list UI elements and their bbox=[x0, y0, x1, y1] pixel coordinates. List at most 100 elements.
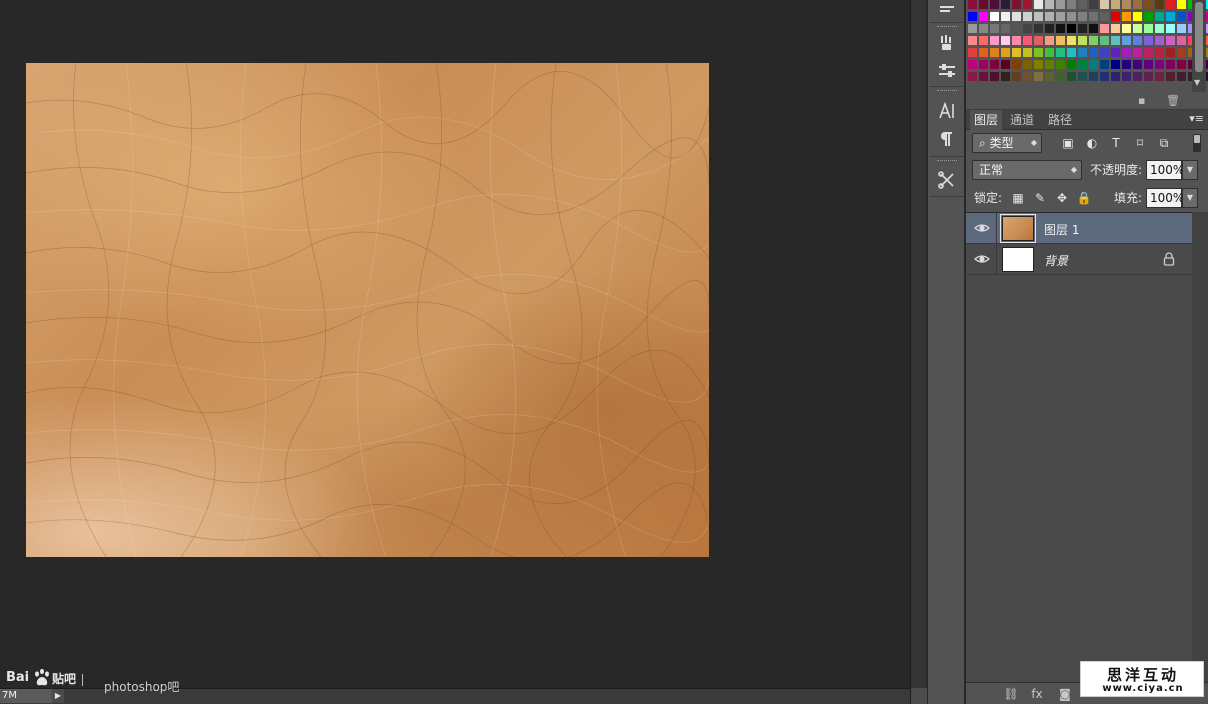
swatch-3-0[interactable] bbox=[967, 35, 978, 46]
swatch-3-3[interactable] bbox=[1000, 35, 1011, 46]
swatch-4-17[interactable] bbox=[1154, 47, 1165, 58]
swatch-4-19[interactable] bbox=[1176, 47, 1187, 58]
swatch-0-16[interactable] bbox=[1143, 0, 1154, 10]
swatch-0-8[interactable] bbox=[1055, 0, 1066, 10]
swatch-1-15[interactable] bbox=[1132, 11, 1143, 22]
swatch-6-6[interactable] bbox=[1033, 71, 1044, 82]
swatch-5-12[interactable] bbox=[1099, 59, 1110, 70]
swatch-1-14[interactable] bbox=[1121, 11, 1132, 22]
panel-grip[interactable] bbox=[937, 90, 957, 93]
panel-button-character[interactable] bbox=[928, 98, 966, 124]
eye-visibility-icon[interactable] bbox=[974, 251, 990, 267]
swatch-5-14[interactable] bbox=[1121, 59, 1132, 70]
swatch-3-5[interactable] bbox=[1022, 35, 1033, 46]
swatch-0-12[interactable] bbox=[1099, 0, 1110, 10]
swatch-4-0[interactable] bbox=[967, 47, 978, 58]
panel-grip[interactable] bbox=[937, 26, 957, 29]
lock-all-icon[interactable]: 🔒 bbox=[1076, 190, 1092, 206]
workspace[interactable] bbox=[0, 0, 910, 704]
swatch-6-13[interactable] bbox=[1110, 71, 1121, 82]
swatch-4-15[interactable] bbox=[1132, 47, 1143, 58]
swatch-3-12[interactable] bbox=[1099, 35, 1110, 46]
swatch-3-15[interactable] bbox=[1132, 35, 1143, 46]
swatch-5-6[interactable] bbox=[1033, 59, 1044, 70]
tab-paths[interactable]: 路径 bbox=[1044, 110, 1076, 130]
swatch-4-10[interactable] bbox=[1077, 47, 1088, 58]
swatch-1-10[interactable] bbox=[1077, 11, 1088, 22]
swatch-5-5[interactable] bbox=[1022, 59, 1033, 70]
scroll-down-icon[interactable]: ▼ bbox=[1194, 78, 1200, 87]
swatch-2-13[interactable] bbox=[1110, 23, 1121, 34]
panel-button-paragraph[interactable] bbox=[928, 126, 966, 152]
swatch-0-19[interactable] bbox=[1176, 0, 1187, 10]
swatch-4-4[interactable] bbox=[1011, 47, 1022, 58]
swatch-2-17[interactable] bbox=[1154, 23, 1165, 34]
layer-row-layer-1[interactable]: 图层 1 bbox=[966, 213, 1192, 244]
swatch-4-12[interactable] bbox=[1099, 47, 1110, 58]
swatch-6-11[interactable] bbox=[1088, 71, 1099, 82]
swatch-1-9[interactable] bbox=[1066, 11, 1077, 22]
swatch-2-14[interactable] bbox=[1121, 23, 1132, 34]
swatch-1-8[interactable] bbox=[1055, 11, 1066, 22]
swatch-1-5[interactable] bbox=[1022, 11, 1033, 22]
panel-button-brush-presets[interactable] bbox=[928, 30, 966, 56]
tab-channels[interactable]: 通道 bbox=[1006, 110, 1038, 130]
filter-kind-select[interactable]: ⌕ 类型 ◆ bbox=[972, 133, 1042, 153]
delete-swatch-icon[interactable]: 🗑 bbox=[1166, 94, 1180, 108]
swatch-2-9[interactable] bbox=[1066, 23, 1077, 34]
swatch-3-17[interactable] bbox=[1154, 35, 1165, 46]
swatch-2-12[interactable] bbox=[1099, 23, 1110, 34]
swatch-1-2[interactable] bbox=[989, 11, 1000, 22]
swatch-4-16[interactable] bbox=[1143, 47, 1154, 58]
swatch-0-7[interactable] bbox=[1044, 0, 1055, 10]
swatch-4-7[interactable] bbox=[1044, 47, 1055, 58]
swatch-5-3[interactable] bbox=[1000, 59, 1011, 70]
swatch-4-6[interactable] bbox=[1033, 47, 1044, 58]
swatch-1-3[interactable] bbox=[1000, 11, 1011, 22]
swatch-2-15[interactable] bbox=[1132, 23, 1143, 34]
filter-pixel-icon[interactable]: ▣ bbox=[1059, 134, 1077, 152]
swatch-1-7[interactable] bbox=[1044, 11, 1055, 22]
swatch-0-2[interactable] bbox=[989, 0, 1000, 10]
swatch-5-17[interactable] bbox=[1154, 59, 1165, 70]
swatch-2-10[interactable] bbox=[1077, 23, 1088, 34]
swatch-0-5[interactable] bbox=[1022, 0, 1033, 10]
swatch-6-5[interactable] bbox=[1022, 71, 1033, 82]
lock-icon[interactable] bbox=[1162, 251, 1176, 267]
swatch-5-19[interactable] bbox=[1176, 59, 1187, 70]
swatch-5-1[interactable] bbox=[978, 59, 989, 70]
opacity-input[interactable]: 100% bbox=[1146, 160, 1184, 180]
zoom-status[interactable]: 7M bbox=[0, 689, 52, 703]
swatch-6-16[interactable] bbox=[1143, 71, 1154, 82]
swatch-5-15[interactable] bbox=[1132, 59, 1143, 70]
swatch-2-18[interactable] bbox=[1165, 23, 1176, 34]
swatch-2-3[interactable] bbox=[1000, 23, 1011, 34]
swatch-3-2[interactable] bbox=[989, 35, 1000, 46]
swatch-6-2[interactable] bbox=[989, 71, 1000, 82]
swatch-0-4[interactable] bbox=[1011, 0, 1022, 10]
swatch-5-7[interactable] bbox=[1044, 59, 1055, 70]
swatch-2-6[interactable] bbox=[1033, 23, 1044, 34]
swatch-5-18[interactable] bbox=[1165, 59, 1176, 70]
swatch-4-9[interactable] bbox=[1066, 47, 1077, 58]
panel-button-properties[interactable] bbox=[928, 0, 966, 20]
fill-input[interactable]: 100% bbox=[1146, 188, 1184, 208]
swatch-6-9[interactable] bbox=[1066, 71, 1077, 82]
panel-button-tool-presets[interactable] bbox=[928, 58, 966, 84]
swatch-4-1[interactable] bbox=[978, 47, 989, 58]
swatch-3-9[interactable] bbox=[1066, 35, 1077, 46]
panel-button-tools[interactable] bbox=[928, 167, 966, 193]
swatch-6-4[interactable] bbox=[1011, 71, 1022, 82]
filter-type-icon[interactable]: T bbox=[1107, 134, 1125, 152]
swatch-6-8[interactable] bbox=[1055, 71, 1066, 82]
lock-position-move-icon[interactable]: ✥ bbox=[1054, 190, 1070, 206]
swatch-2-8[interactable] bbox=[1055, 23, 1066, 34]
swatch-2-7[interactable] bbox=[1044, 23, 1055, 34]
swatch-6-15[interactable] bbox=[1132, 71, 1143, 82]
swatch-6-12[interactable] bbox=[1099, 71, 1110, 82]
swatch-3-4[interactable] bbox=[1011, 35, 1022, 46]
swatch-0-3[interactable] bbox=[1000, 0, 1011, 10]
lock-image-brush-icon[interactable]: ✎ bbox=[1032, 190, 1048, 206]
swatch-grid[interactable] bbox=[967, 0, 1208, 90]
swatch-0-15[interactable] bbox=[1132, 0, 1143, 10]
